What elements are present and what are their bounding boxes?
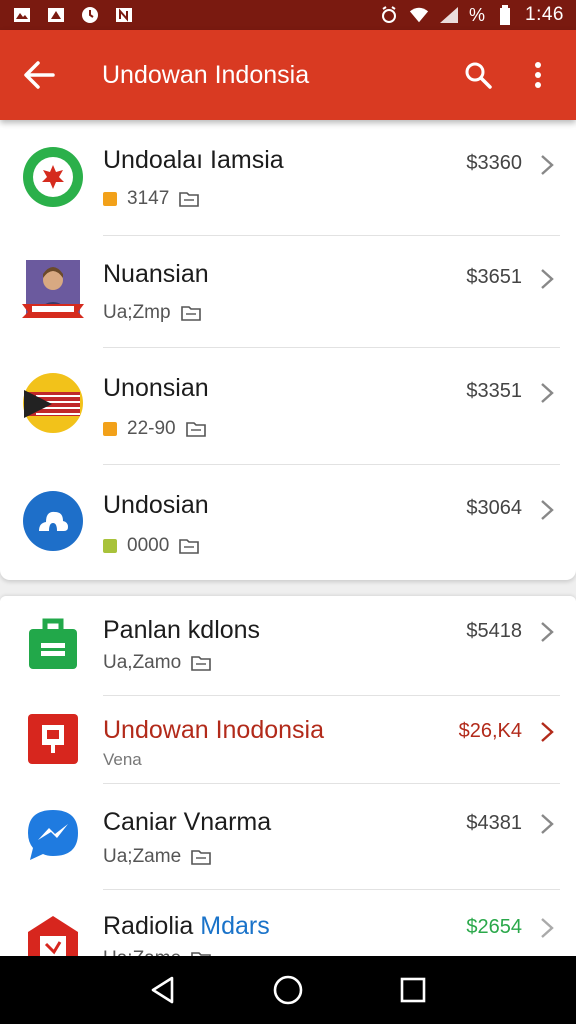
messenger-icon [22, 804, 84, 866]
item-price: $3360 [466, 152, 522, 174]
chevron-right-icon [541, 269, 554, 289]
chevron-right-icon [541, 155, 554, 175]
item-sub-value: Vena [103, 750, 142, 769]
nav-recents-button[interactable] [383, 960, 443, 1020]
folder-tag-icon [185, 422, 206, 437]
item-price: $2654 [466, 916, 522, 938]
status-square-icon [103, 539, 117, 553]
list-card-top: Undoalaı Iamsia 3147 $3360 Nuansian Ua;Z… [0, 120, 576, 580]
list-item-highlighted[interactable]: Undowan Inodonsia Vena $26,K4 [0, 696, 576, 784]
item-subtitle: 22-90 [103, 418, 206, 440]
status-bar: % 1:46 [0, 0, 576, 30]
status-square-icon [103, 422, 117, 436]
battery-icon [495, 5, 515, 25]
chevron-right-icon [541, 383, 554, 403]
item-sub-value: Ua;Zmp [103, 302, 171, 323]
list-item[interactable]: Panlan kdlons Ua,Zamo $5418 [0, 596, 576, 696]
item-price: $3651 [466, 266, 522, 288]
news-notification-icon [114, 6, 134, 24]
item-subtitle: 3147 [103, 188, 200, 210]
nav-back-button[interactable] [133, 960, 193, 1020]
chevron-right-icon [541, 814, 554, 834]
item-subtitle: 0000 [103, 535, 200, 557]
gallery-notification-icon [46, 6, 66, 24]
search-icon [465, 62, 492, 89]
more-vert-icon [535, 62, 541, 88]
item-title: Unonsian [103, 374, 209, 402]
list-item[interactable]: Nuansian Ua;Zmp $3651 [0, 236, 576, 348]
search-button[interactable] [448, 30, 508, 120]
item-sub-value: 3147 [127, 188, 170, 209]
item-sub-value: 0000 [127, 535, 170, 556]
list-item[interactable]: Undoalaı Iamsia 3147 $3360 [0, 120, 576, 236]
page-title: Undowan Indonsia [102, 60, 310, 89]
image-notification-icon [12, 6, 32, 24]
status-square-icon [103, 192, 117, 206]
chevron-right-icon [541, 722, 554, 742]
list-card-bottom: Panlan kdlons Ua,Zamo $5418 Undowan Inod… [0, 596, 576, 956]
red-leaf-circle-icon [22, 146, 84, 208]
cloud-circle-icon [22, 490, 84, 552]
item-subtitle: Ua,Zamo [103, 652, 211, 674]
item-subtitle: Ua;Zmp [103, 302, 201, 324]
chevron-right-icon [541, 918, 554, 938]
nav-home-button[interactable] [258, 960, 318, 1020]
folder-tag-icon [191, 656, 211, 671]
nav-recents-icon [401, 977, 426, 1003]
item-title: Nuansian [103, 260, 209, 288]
item-price: $4381 [466, 812, 522, 834]
battery-percent-label: % [469, 4, 486, 25]
item-title: Undoalaı Iamsia [103, 146, 284, 174]
item-subtitle: Ua;Zame [103, 846, 211, 868]
item-sub-value: 22-90 [127, 418, 176, 439]
item-subtitle: Vena [103, 750, 142, 770]
list-item[interactable]: Undosian 0000 $3064 [0, 465, 576, 580]
item-subtitle: Ua;Zame [103, 948, 211, 956]
item-sub-value: Ua,Zamo [103, 652, 182, 673]
flag-circle-icon [22, 372, 84, 434]
list-item[interactable]: Radiolia Mdars Ua;Zame $2654 [0, 890, 576, 956]
nav-home-icon [273, 975, 303, 1005]
folder-tag-icon [179, 539, 200, 554]
item-sub-value: Ua;Zame [103, 948, 181, 956]
clock-notification-icon [80, 6, 100, 24]
item-title: Caniar Vnarma [103, 808, 272, 836]
app-bar: Undowan Indonsia [0, 30, 576, 120]
item-price: $5418 [466, 620, 522, 642]
wifi-icon [409, 6, 429, 24]
item-title-highlight: Mdars [200, 912, 270, 940]
alarm-icon [379, 6, 399, 24]
chevron-right-icon [541, 500, 554, 520]
item-sub-value: Ua;Zame [103, 846, 182, 867]
item-price: $3351 [466, 380, 522, 402]
item-title-part: Radiolia [103, 912, 201, 940]
nav-back-icon [151, 976, 173, 1004]
folder-tag-icon [180, 306, 201, 321]
folder-tag-icon [191, 850, 211, 865]
item-price: $26,K4 [458, 720, 522, 742]
briefcase-icon [22, 612, 84, 674]
status-time: 1:46 [525, 4, 564, 25]
red-shield-icon [22, 912, 84, 956]
back-button[interactable] [0, 30, 78, 120]
list-item[interactable]: Unonsian 22-90 $3351 [0, 348, 576, 464]
item-title: Undosian [103, 491, 209, 519]
item-price: $3064 [466, 497, 522, 519]
more-options-button[interactable] [508, 30, 568, 120]
item-title: Undowan Inodonsia [103, 716, 324, 744]
back-arrow-icon [24, 61, 55, 89]
item-title: Radiolia Mdars [103, 912, 270, 941]
chevron-right-icon [541, 622, 554, 642]
portrait-badge-icon [22, 260, 84, 322]
signal-icon [439, 6, 459, 24]
list-item[interactable]: Caniar Vnarma Ua;Zame $4381 [0, 784, 576, 890]
folder-tag-icon [179, 192, 200, 207]
item-title: Panlan kdlons [103, 616, 261, 644]
red-box-icon [22, 708, 84, 770]
system-nav-bar [0, 956, 576, 1024]
